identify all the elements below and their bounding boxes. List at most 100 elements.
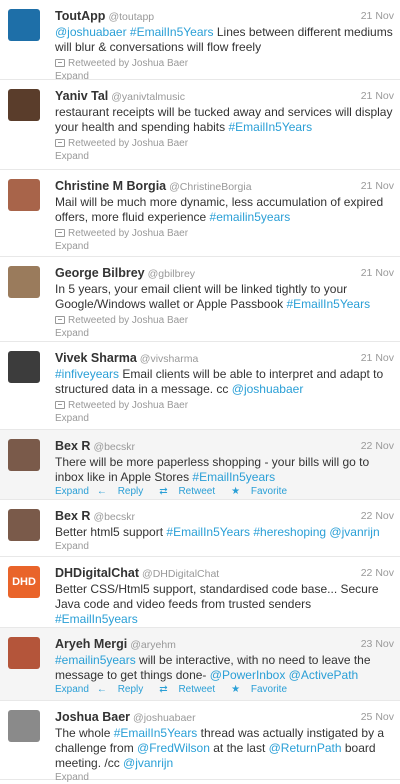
avatar[interactable] xyxy=(8,710,40,742)
avatar[interactable] xyxy=(8,509,40,541)
author-handle[interactable]: @gbilbrey xyxy=(148,268,195,280)
author-handle[interactable]: @yanivtalmusic xyxy=(111,91,185,103)
author-handle[interactable]: @vivsharma xyxy=(140,353,199,365)
tweet-item[interactable]: Yaniv Tal @yanivtalmusic 21 Nov restaurant … xyxy=(0,80,400,170)
mention-link[interactable]: @PowerInbox xyxy=(210,668,286,682)
expand-link[interactable]: Expand xyxy=(55,328,89,339)
tweet-timestamp[interactable]: 25 Nov xyxy=(361,710,394,724)
avatar[interactable] xyxy=(8,89,40,121)
hashtag-link[interactable]: #EmailIn5years xyxy=(192,470,275,484)
retweeted-by-label[interactable]: Retweeted by Joshua Baer xyxy=(68,228,188,239)
tweet-actions: Expand xyxy=(55,151,394,163)
tweet-timestamp[interactable]: 22 Nov xyxy=(361,509,394,523)
hashtag-link[interactable]: #hereshoping xyxy=(253,525,326,539)
mention-link[interactable]: @joshuabaer xyxy=(232,382,304,396)
retweeted-by-label[interactable]: Retweeted by Joshua Baer xyxy=(68,58,188,69)
tweet-item[interactable]: Aryeh Mergi @aryehm 23 Nov #emailin5years w… xyxy=(0,628,400,701)
author-name[interactable]: Joshua Baer xyxy=(55,710,130,724)
tweet-actions: Expand xyxy=(55,772,394,784)
tweet-item[interactable]: George Bilbrey @gbilbrey 21 Nov In 5 years,… xyxy=(0,257,400,342)
retweeted-by-label[interactable]: Retweeted by Joshua Baer xyxy=(68,315,188,326)
author-handle[interactable]: @becskr xyxy=(93,511,135,523)
author-name[interactable]: George Bilbrey xyxy=(55,266,145,280)
retweeted-by-label[interactable]: Retweeted by Joshua Baer xyxy=(68,400,188,411)
tweet-timestamp[interactable]: 22 Nov xyxy=(361,439,394,453)
avatar[interactable]: DHD xyxy=(8,566,40,598)
tweet-timestamp[interactable]: 21 Nov xyxy=(361,9,394,23)
reply-button[interactable]: ← Reply xyxy=(97,486,151,497)
tweet-item[interactable]: Joshua Baer @joshuabaer 25 Nov The whole #E… xyxy=(0,701,400,783)
tweet-text: #infiveyears Email clients will be able … xyxy=(55,367,394,397)
expand-link[interactable]: Expand xyxy=(55,772,89,783)
author-handle[interactable]: @DHDigitalChat xyxy=(142,568,219,580)
mention-link[interactable]: @ActivePath xyxy=(289,668,359,682)
tweet-text: There will be more paperless shopping - … xyxy=(55,455,394,485)
avatar[interactable] xyxy=(8,9,40,41)
tweet-item[interactable]: DHD DHDigitalChat @DHDigitalChat 22 Nov Bett… xyxy=(0,557,400,639)
expand-link[interactable]: Expand xyxy=(55,241,89,252)
tweet-text: Better html5 support #EmailIn5Years #her… xyxy=(55,525,394,540)
mention-link[interactable]: @FredWilson xyxy=(137,741,210,755)
expand-link[interactable]: Expand xyxy=(55,541,89,552)
tweet-timestamp[interactable]: 21 Nov xyxy=(361,351,394,365)
tweet-item[interactable]: ToutApp @toutapp 21 Nov @joshuabaer #EmailI… xyxy=(0,0,400,82)
avatar[interactable] xyxy=(8,179,40,211)
hashtag-link[interactable]: #EmailIn5Years xyxy=(286,297,370,311)
reply-icon: ← xyxy=(96,684,107,695)
tweet-timestamp[interactable]: 21 Nov xyxy=(361,89,394,103)
author-name[interactable]: Aryeh Mergi xyxy=(55,637,127,651)
tweet-feed: ToutApp @toutapp 21 Nov @joshuabaer #EmailI… xyxy=(0,0,400,783)
retweet-icon: ⇄ xyxy=(159,486,168,497)
tweet-timestamp[interactable]: 21 Nov xyxy=(361,266,394,280)
author-handle[interactable]: @becskr xyxy=(93,441,135,453)
tweet-actions: Expand xyxy=(55,328,394,340)
reply-button[interactable]: ← Reply xyxy=(97,684,151,695)
hashtag-link[interactable]: #EmailIn5Years xyxy=(114,726,198,740)
tweet-item[interactable]: Bex R @becskr 22 Nov There will be more pap… xyxy=(0,430,400,500)
tweet-timestamp[interactable]: 21 Nov xyxy=(361,179,394,193)
tweet-text: Mail will be much more dynamic, less acc… xyxy=(55,195,394,225)
author-name[interactable]: Christine M Borgia xyxy=(55,179,166,193)
expand-link[interactable]: Expand xyxy=(55,151,89,162)
author-name[interactable]: Bex R xyxy=(55,509,90,523)
expand-link[interactable]: Expand xyxy=(55,684,89,695)
tweet-item[interactable]: Christine M Borgia @ChristineBorgia 21 Nov… xyxy=(0,170,400,257)
author-name[interactable]: Vivek Sharma xyxy=(55,351,137,365)
favorite-button[interactable]: ★ Favorite xyxy=(231,486,295,497)
retweet-button[interactable]: ⇄ Retweet xyxy=(159,486,223,497)
expand-link[interactable]: Expand xyxy=(55,413,89,424)
avatar[interactable] xyxy=(8,351,40,383)
tweet-timestamp[interactable]: 23 Nov xyxy=(361,637,394,651)
hashtag-link[interactable]: #infiveyears xyxy=(55,367,119,381)
hashtag-link[interactable]: #EmailIn5Years xyxy=(166,525,250,539)
author-handle[interactable]: @aryehm xyxy=(130,639,176,651)
avatar[interactable] xyxy=(8,439,40,471)
tweet-item[interactable]: Vivek Sharma @vivsharma 21 Nov #infiveyears… xyxy=(0,342,400,430)
author-name[interactable]: ToutApp xyxy=(55,9,105,23)
hashtag-link[interactable]: #emailin5years xyxy=(210,210,291,224)
hashtag-link[interactable]: #EmailIn5Years xyxy=(228,120,312,134)
hashtag-link[interactable]: #emailin5years xyxy=(55,653,136,667)
author-name[interactable]: Yaniv Tal xyxy=(55,89,108,103)
retweeted-by-label[interactable]: Retweeted by Joshua Baer xyxy=(68,138,188,149)
mention-link[interactable]: @jvanrijn xyxy=(123,756,173,770)
tweet-timestamp[interactable]: 22 Nov xyxy=(361,566,394,580)
retweet-context: Retweeted by Joshua Baer xyxy=(55,314,394,327)
mention-link[interactable]: @jvanrijn xyxy=(329,525,379,539)
mention-link[interactable]: @ReturnPath xyxy=(269,741,342,755)
author-handle[interactable]: @ChristineBorgia xyxy=(169,181,251,193)
author-name[interactable]: DHDigitalChat xyxy=(55,566,139,580)
favorite-button[interactable]: ★ Favorite xyxy=(231,684,295,695)
author-handle[interactable]: @toutapp xyxy=(108,11,154,23)
author-handle[interactable]: @joshuabaer xyxy=(133,712,196,724)
retweet-button[interactable]: ⇄ Retweet xyxy=(159,684,223,695)
avatar[interactable] xyxy=(8,637,40,669)
hashtag-link[interactable]: #EmailIn5years xyxy=(55,612,138,626)
author-name[interactable]: Bex R xyxy=(55,439,90,453)
expand-link[interactable]: Expand xyxy=(55,486,89,497)
tweet-item[interactable]: Bex R @becskr 22 Nov Better html5 support #… xyxy=(0,500,400,557)
avatar[interactable] xyxy=(8,266,40,298)
retweet-context: Retweeted by Joshua Baer xyxy=(55,227,394,240)
hashtag-link[interactable]: #EmailIn5Years xyxy=(130,25,214,39)
mention-link[interactable]: @joshuabaer xyxy=(55,25,127,39)
